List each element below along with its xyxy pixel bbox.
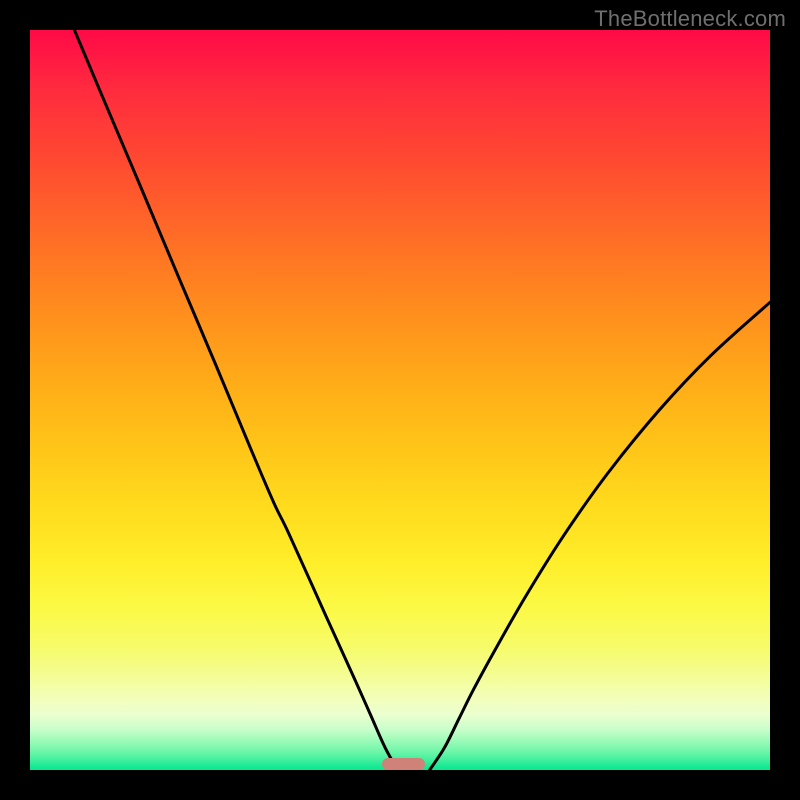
- curve-right-branch: [430, 302, 770, 770]
- attribution-label: TheBottleneck.com: [594, 6, 786, 32]
- bottleneck-curve: [30, 30, 770, 770]
- curve-left-branch: [74, 30, 397, 770]
- optimum-marker: [382, 758, 425, 770]
- plot-area: [30, 30, 770, 770]
- chart-stage: TheBottleneck.com: [0, 0, 800, 800]
